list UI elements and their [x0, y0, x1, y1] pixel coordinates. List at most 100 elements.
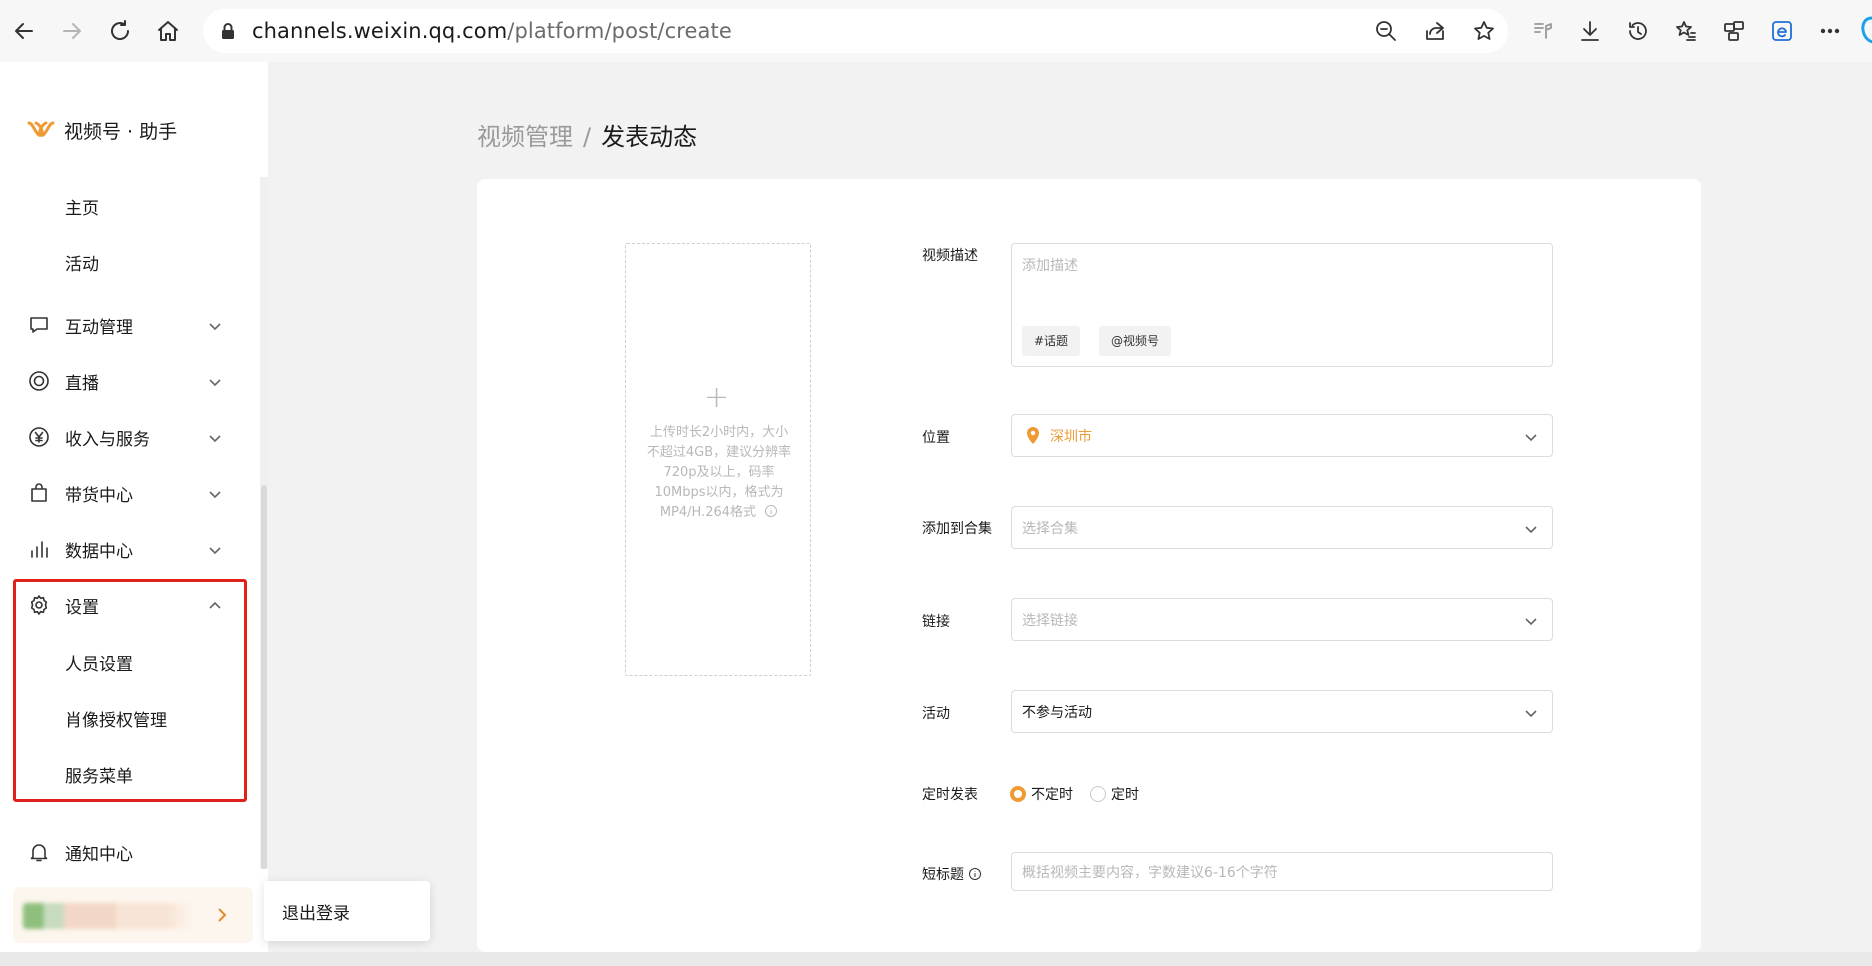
url-text: channels.weixin.qq.com/platform/post/cre… [252, 19, 732, 43]
activity-value: 不参与活动 [1022, 705, 1092, 721]
sidebar-item-notifications[interactable]: 通知中心 [0, 830, 240, 874]
forward-arrow-icon [63, 23, 81, 39]
sidebar-item-income[interactable]: 收入与服务 [0, 415, 240, 459]
chevron-down-icon [1524, 613, 1538, 627]
collection-select[interactable]: 选择合集 [1011, 506, 1553, 549]
sidebar-item-label: 肖像授权管理 [65, 711, 167, 731]
sidebar-item-label: 互动管理 [65, 318, 133, 338]
link-placeholder: 选择链接 [1022, 613, 1078, 629]
favorite-star-icon[interactable] [1472, 19, 1496, 43]
chevron-down-icon [208, 430, 222, 444]
topic-tag-button[interactable]: #话题 [1022, 326, 1081, 356]
schedule-option-none[interactable]: 不定时 [1010, 784, 1073, 804]
video-upload-area[interactable]: + 上传时长2小时内，大小不超过4GB，建议分辨率720p及以上，码率10Mbp… [625, 243, 811, 676]
browser-toolbar: channels.weixin.qq.com/platform/post/cre… [0, 0, 1872, 62]
forward-button[interactable] [58, 13, 86, 49]
description-placeholder: 添加描述 [1022, 258, 1078, 274]
link-select[interactable]: 选择链接 [1011, 598, 1553, 641]
breadcrumb-separator: / [583, 123, 592, 151]
sidebar-item-label: 数据中心 [65, 542, 133, 562]
chevron-down-icon [208, 374, 222, 388]
account-card[interactable] [13, 887, 253, 943]
bell-icon [28, 841, 50, 863]
info-icon[interactable] [968, 867, 982, 881]
upload-hint: 上传时长2小时内，大小不超过4GB，建议分辨率720p及以上，码率10Mbps以… [646, 423, 792, 523]
schedule-label: 定时发表 [922, 787, 978, 803]
bar-chart-icon [28, 538, 50, 560]
sidebar-scrollbar[interactable] [260, 177, 268, 869]
chevron-down-icon [208, 486, 222, 500]
mention-channel-button[interactable]: @视频号 [1099, 326, 1172, 356]
url-host: channels.weixin.qq.com [252, 19, 508, 43]
gear-icon [28, 594, 50, 616]
read-aloud-icon[interactable] [1531, 19, 1555, 43]
breadcrumb: 视频管理 / 发表动态 [477, 117, 697, 152]
app-logo[interactable]: 视频号 · 助手 [26, 117, 177, 144]
plus-icon: + [704, 380, 730, 415]
chevron-down-icon [208, 318, 222, 332]
favorites-icon[interactable] [1674, 19, 1698, 43]
horizontal-scrollbar[interactable] [0, 952, 1872, 966]
breadcrumb-parent[interactable]: 视频管理 [477, 123, 573, 151]
activity-label: 活动 [922, 706, 950, 722]
radio-selected-icon [1010, 786, 1026, 802]
address-bar[interactable]: channels.weixin.qq.com/platform/post/cre… [203, 9, 1508, 53]
collections-icon[interactable] [1722, 19, 1746, 43]
zoom-icon[interactable] [1374, 19, 1398, 43]
lock-icon [222, 23, 234, 39]
sidebar-item-label: 活动 [65, 255, 99, 275]
sidebar-item-label: 主页 [65, 199, 99, 219]
reload-icon [111, 20, 130, 40]
download-icon[interactable] [1578, 19, 1602, 43]
sidebar-item-interaction[interactable]: 互动管理 [0, 303, 240, 347]
sidebar-item-data[interactable]: 数据中心 [0, 527, 240, 571]
share-icon[interactable] [1423, 19, 1447, 43]
schedule-option-label: 不定时 [1031, 787, 1073, 803]
info-icon[interactable] [764, 504, 778, 518]
home-button[interactable] [154, 13, 182, 49]
sidebar-item-activity[interactable]: 活动 [0, 240, 240, 284]
sidebar-item-label: 直播 [65, 374, 99, 394]
logout-popover[interactable]: 退出登录 [264, 881, 430, 941]
ie-mode-icon[interactable] [1770, 19, 1794, 43]
short-title-label-text: 短标题 [922, 867, 964, 883]
copilot-icon[interactable] [1858, 12, 1872, 52]
chevron-down-icon [1524, 429, 1538, 443]
sidebar-item-home[interactable]: 主页 [0, 184, 240, 228]
live-icon [28, 370, 50, 392]
chevron-down-icon [1524, 705, 1538, 719]
sidebar-item-live[interactable]: 直播 [0, 359, 240, 403]
sidebar-item-settings[interactable]: 设置 [0, 583, 240, 627]
comment-icon [28, 314, 50, 336]
chevron-up-icon [208, 598, 222, 612]
more-options-icon[interactable] [1818, 19, 1842, 43]
sidebar: 视频号 · 助手 主页 活动 互动管理 直播 收入与服务 带货中心 数据中心 设… [0, 62, 268, 952]
description-textarea[interactable]: 添加描述 #话题 @视频号 [1011, 243, 1553, 367]
history-icon[interactable] [1626, 19, 1650, 43]
sidebar-item-service-menu[interactable]: 服务菜单 [0, 752, 240, 796]
scrollbar-thumb[interactable] [261, 485, 267, 869]
location-pin-icon [1027, 427, 1039, 444]
activity-select[interactable]: 不参与活动 [1011, 690, 1553, 733]
sidebar-item-label: 带货中心 [65, 486, 133, 506]
logout-button[interactable]: 退出登录 [282, 899, 350, 924]
sidebar-item-label: 服务菜单 [65, 767, 133, 787]
schedule-option-timed[interactable]: 定时 [1090, 784, 1139, 804]
shopping-bag-icon [28, 482, 50, 504]
sidebar-item-label: 收入与服务 [65, 430, 150, 450]
back-button[interactable] [10, 13, 38, 49]
chevron-down-icon [1524, 521, 1538, 535]
short-title-input[interactable]: 概括视频主要内容，字数建议6-16个字符 [1011, 852, 1553, 891]
location-select[interactable]: 深圳市 [1011, 414, 1553, 457]
sidebar-item-label: 通知中心 [65, 845, 133, 865]
chevron-down-icon [208, 542, 222, 556]
sidebar-item-shopping[interactable]: 带货中心 [0, 471, 240, 515]
location-label: 位置 [922, 430, 950, 446]
reload-button[interactable] [106, 13, 134, 49]
back-arrow-icon [15, 23, 33, 39]
page-title: 发表动态 [601, 123, 698, 151]
app-name: 视频号 · 助手 [64, 121, 178, 143]
sidebar-item-staff-settings[interactable]: 人员设置 [0, 640, 240, 684]
sidebar-item-portrait-auth[interactable]: 肖像授权管理 [0, 696, 240, 740]
collection-label: 添加到合集 [922, 521, 992, 537]
